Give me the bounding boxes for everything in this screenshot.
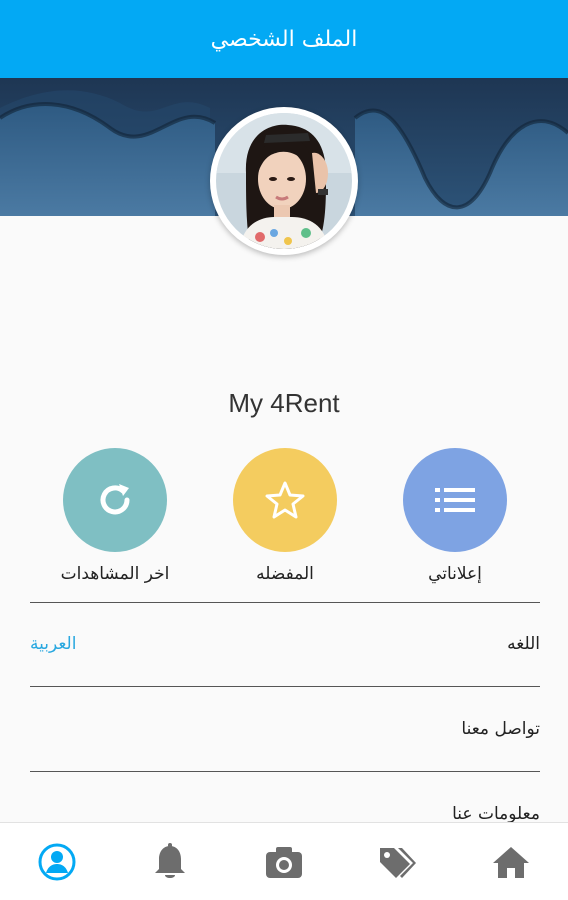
page-title: الملف الشخصي xyxy=(210,26,358,52)
my-ads-label: إعلاناتي xyxy=(428,564,482,584)
favorites-button[interactable]: المفضله xyxy=(210,448,360,584)
bell-icon xyxy=(155,842,186,878)
nav-notifications[interactable] xyxy=(130,823,210,900)
recently-viewed-button[interactable]: اخر المشاهدات xyxy=(40,448,190,584)
avatar-image xyxy=(216,113,352,249)
my-ads-circle[interactable] xyxy=(403,448,507,552)
list-icon xyxy=(435,488,475,512)
divider xyxy=(30,771,540,772)
star-icon xyxy=(265,481,305,519)
profile-name: My 4Rent xyxy=(228,388,340,418)
favorites-label: المفضله xyxy=(256,564,314,584)
language-row[interactable]: العربية اللغه xyxy=(30,614,540,674)
divider xyxy=(30,686,540,687)
tags-icon xyxy=(379,847,416,878)
nav-tags[interactable] xyxy=(358,823,438,900)
contact-us-row[interactable]: تواصل معنا xyxy=(30,699,540,759)
language-value[interactable]: العربية xyxy=(30,634,76,654)
divider xyxy=(30,602,540,603)
profile-avatar[interactable] xyxy=(210,107,358,255)
camera-icon xyxy=(265,846,302,878)
nav-home[interactable] xyxy=(471,823,551,900)
contact-us-label: تواصل معنا xyxy=(461,719,540,739)
user-icon xyxy=(38,843,76,880)
home-icon xyxy=(493,846,530,878)
about-us-label: معلومات عنا xyxy=(452,804,540,824)
recently-viewed-circle[interactable] xyxy=(63,448,167,552)
bottom-navigation xyxy=(0,822,568,900)
my-ads-button[interactable]: إعلاناتي xyxy=(380,448,530,584)
favorites-circle[interactable] xyxy=(233,448,337,552)
recently-viewed-label: اخر المشاهدات xyxy=(60,564,170,584)
refresh-icon xyxy=(100,484,130,515)
language-label: اللغه xyxy=(507,634,540,654)
nav-profile[interactable] xyxy=(17,823,97,900)
app-bar: الملف الشخصي xyxy=(0,0,568,78)
nav-camera[interactable] xyxy=(244,823,324,900)
